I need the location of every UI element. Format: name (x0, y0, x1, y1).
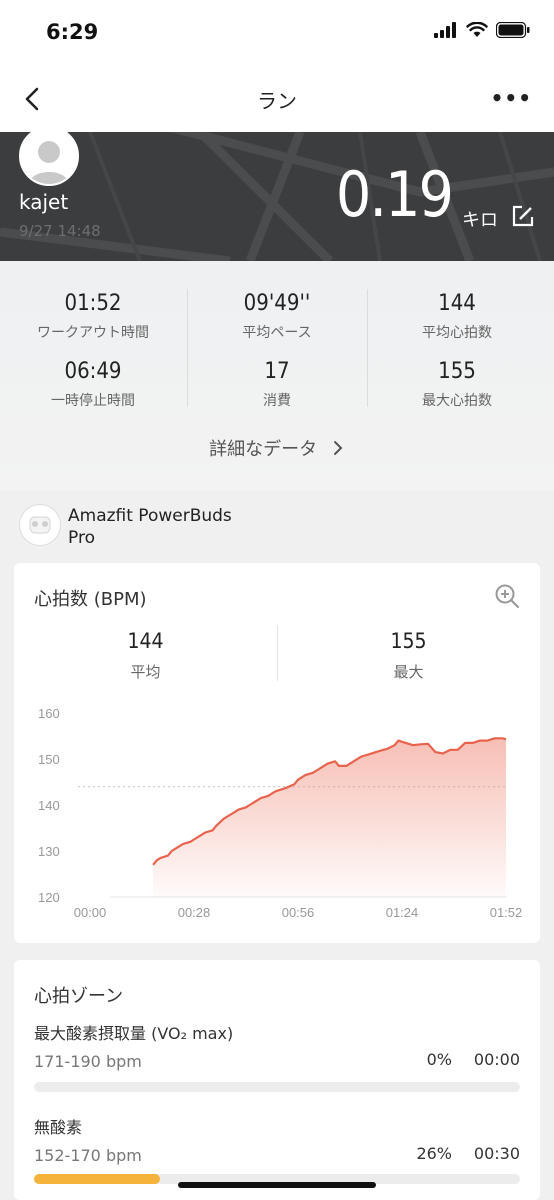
heart-rate-card: 心拍数 (BPM) 144 平均 155 最大 120 130 140 150 160 0… (14, 563, 540, 943)
cellular-signal-icon (434, 22, 456, 38)
zones-title: 心拍ゾーン (34, 986, 124, 1007)
detailed-data-link[interactable]: 詳細なデータ (0, 435, 554, 461)
stat-max-heart-rate: 155 最大心拍数 (367, 359, 547, 410)
wifi-icon (466, 22, 488, 37)
stat-value: 144 (438, 291, 476, 316)
stat-average-heart-rate: 144 平均心拍数 (367, 291, 547, 342)
stat-label: 一時停止時間 (51, 393, 135, 409)
y-tick-label: 150 (38, 752, 60, 767)
home-indicator[interactable] (178, 1182, 376, 1188)
hr-max-label: 最大 (393, 663, 424, 681)
y-tick-label: 160 (38, 706, 60, 721)
device-name: Amazfit PowerBuds Pro (68, 505, 268, 549)
stat-value: 09'49'' (243, 291, 311, 316)
stat-pause-time: 06:49 一時停止時間 (3, 359, 183, 410)
earbuds-icon (19, 504, 61, 546)
zone-name: 無酸素 (34, 1118, 83, 1137)
edit-icon[interactable] (511, 204, 535, 228)
stat-workout-time: 01:52 ワークアウト時間 (3, 291, 183, 342)
zone-progress-track (34, 1082, 520, 1092)
zone-vo2max: 最大酸素摂取量 (VO₂ max) 171-190 bpm 0% 00:00 (34, 1020, 520, 1092)
distance-unit: キロ (462, 210, 498, 231)
x-tick-label: 01:52 (490, 905, 523, 920)
stat-value: 155 (438, 359, 476, 384)
status-bar: 6:29 (0, 0, 554, 66)
status-icons (434, 22, 530, 38)
heart-rate-chart: 120 130 140 150 160 00:00 00:28 00:56 01:24 01:52 (38, 706, 523, 920)
detailed-data-label: 詳細なデータ (209, 439, 318, 460)
zone-percent: 0% (426, 1050, 452, 1069)
zone-time: 00:30 (473, 1144, 520, 1163)
workout-datetime: 9/27 14:48 (19, 222, 101, 240)
stat-label: 最大心拍数 (422, 393, 492, 409)
divider (367, 289, 368, 407)
nav-bar: ラン ••• (0, 66, 554, 132)
hr-max-value: 155 (390, 629, 427, 653)
zone-name: 最大酸素摂取量 (VO₂ max) (34, 1024, 234, 1043)
workout-header: kajet 9/27 14:48 0.19 キロ (0, 132, 554, 261)
heart-rate-title: 心拍数 (BPM) (34, 589, 147, 610)
zone-time: 00:00 (473, 1050, 520, 1069)
stat-value: 06:49 (64, 359, 122, 384)
stat-label: 平均ペース (242, 325, 312, 341)
stat-label: 平均心拍数 (422, 325, 492, 341)
zone-anaerobic: 無酸素 152-170 bpm 26% 00:30 (34, 1114, 520, 1184)
stat-value: 17 (264, 359, 290, 384)
stat-value: 01:52 (64, 291, 122, 316)
status-time: 6:29 (46, 20, 99, 44)
zoom-in-icon[interactable] (494, 583, 520, 609)
x-tick-label: 00:28 (178, 905, 211, 920)
stat-calories: 17 消費 (187, 359, 367, 410)
stat-label: 消費 (263, 393, 291, 409)
more-options-icon[interactable]: ••• (491, 86, 532, 110)
stat-average-pace: 09'49'' 平均ペース (187, 291, 367, 342)
stats-panel: 01:52 ワークアウト時間 09'49'' 平均ペース 144 平均心拍数 0… (0, 261, 554, 491)
x-tick-label: 01:24 (386, 905, 419, 920)
user-silhouette-icon (21, 132, 77, 184)
hr-average-label: 平均 (130, 663, 161, 681)
map-background (0, 132, 554, 261)
x-tick-label: 00:00 (74, 905, 107, 920)
zone-percent: 26% (416, 1144, 452, 1163)
hr-max: 155 最大 (277, 629, 540, 682)
y-tick-label: 140 (38, 798, 60, 813)
x-tick-label: 00:56 (282, 905, 315, 920)
device-name-line2: Pro (68, 528, 95, 548)
username: kajet (19, 190, 69, 214)
device-name-line1: Amazfit PowerBuds (68, 506, 232, 526)
y-tick-label: 130 (38, 844, 60, 859)
zone-progress-fill (34, 1174, 161, 1184)
distance-value: 0.19 (335, 158, 454, 231)
hr-average-value: 144 (127, 629, 164, 653)
chevron-right-icon (333, 441, 343, 455)
divider (187, 289, 188, 407)
page-title: ラン (257, 89, 297, 113)
hr-average: 144 平均 (14, 629, 277, 682)
battery-icon (496, 22, 530, 38)
stat-label: ワークアウト時間 (37, 325, 149, 341)
heart-rate-zones-card: 心拍ゾーン 最大酸素摂取量 (VO₂ max) 171-190 bpm 0% 0… (14, 960, 540, 1200)
device-row[interactable]: Amazfit PowerBuds Pro (0, 491, 554, 561)
y-tick-label: 120 (38, 890, 60, 905)
